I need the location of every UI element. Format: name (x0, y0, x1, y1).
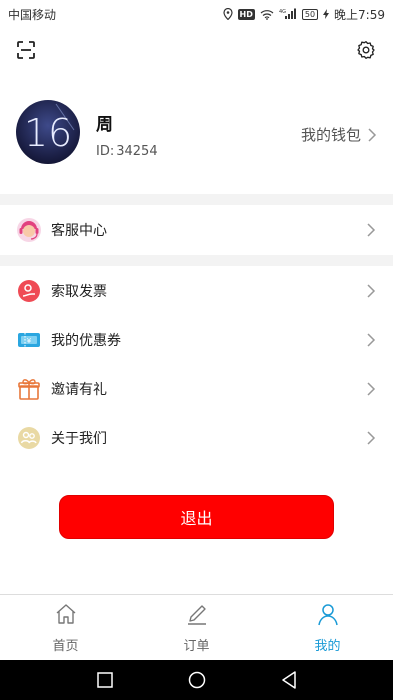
location-icon (222, 8, 233, 20)
carrier-name: 中国移动 (8, 7, 57, 22)
status-bar: 中国移动 HD 4G 50 晚上7:59 (0, 0, 393, 28)
customer-service-icon (16, 217, 42, 243)
wallet-link[interactable]: 我的钱包 (301, 124, 377, 145)
square-icon (96, 672, 113, 688)
tab-label: 我的 (314, 639, 341, 654)
clock: 晚上7:59 (334, 7, 385, 22)
menu-item-coupons[interactable]: ¥ 我的优惠券 (0, 316, 393, 364)
coupon-icon: ¥ (16, 327, 42, 353)
menu-item-label: 客服中心 (51, 223, 107, 239)
system-nav-bar (0, 660, 393, 700)
network-type: 4G (279, 9, 286, 15)
chevron-right-icon (367, 223, 376, 237)
home-icon (53, 601, 79, 627)
settings-button[interactable] (352, 36, 380, 64)
gift-icon (16, 376, 42, 402)
back-button[interactable] (279, 670, 299, 690)
about-us-icon (16, 425, 42, 451)
back-triangle-icon (281, 671, 296, 689)
top-toolbar (0, 28, 393, 72)
circle-icon (188, 671, 205, 689)
avatar-text: 16 (24, 111, 72, 155)
charging-icon (323, 9, 330, 19)
pencil-icon (184, 601, 210, 627)
signal-icon: 4G (279, 8, 297, 20)
tab-home[interactable]: 首页 (0, 595, 131, 660)
chevron-right-icon (367, 284, 376, 298)
home-nav-button[interactable] (187, 670, 207, 690)
tab-mine[interactable]: 我的 (262, 595, 393, 660)
profile-section: 16 周 ID: 34254 我的钱包 (0, 72, 393, 192)
gear-icon (357, 41, 375, 59)
section-divider (0, 194, 393, 205)
section-divider (0, 255, 393, 266)
menu-item-about-us[interactable]: 关于我们 (0, 414, 393, 462)
menu-item-invite[interactable]: 邀请有礼 (0, 365, 393, 413)
menu-item-invoice[interactable]: 索取发票 (0, 267, 393, 315)
recent-apps-button[interactable] (95, 670, 115, 690)
bottom-tab-bar: 首页 订单 我的 (0, 594, 393, 660)
chevron-right-icon (367, 333, 376, 347)
logout-button[interactable]: 退出 (59, 495, 334, 539)
chevron-right-icon (367, 431, 376, 445)
tab-label: 首页 (52, 639, 79, 654)
menu-item-label: 我的优惠券 (51, 333, 121, 349)
user-id-label: ID: (96, 144, 115, 159)
chevron-right-icon (368, 127, 377, 142)
battery-indicator: 50 (301, 8, 319, 20)
tab-label: 订单 (183, 639, 210, 654)
hd-badge: HD (237, 8, 255, 20)
menu-item-label: 索取发票 (51, 284, 107, 300)
chevron-right-icon (367, 382, 376, 396)
person-icon (315, 601, 341, 627)
avatar[interactable]: 16 (16, 100, 80, 164)
user-id: ID: 34254 (96, 144, 158, 159)
user-id-value: 34254 (116, 144, 158, 159)
scan-button[interactable] (12, 36, 40, 64)
menu-item-label: 关于我们 (51, 431, 107, 447)
menu-item-customer-service[interactable]: 客服中心 (0, 206, 393, 254)
menu-item-label: 邀请有礼 (51, 382, 107, 398)
user-name: 周 (96, 115, 113, 135)
invoice-icon (16, 278, 42, 304)
scan-icon (17, 41, 35, 59)
status-indicators: HD 4G 50 晚上7:59 (222, 6, 385, 23)
tab-orders[interactable]: 订单 (131, 595, 262, 660)
svg-text:¥: ¥ (27, 337, 32, 345)
wallet-label: 我的钱包 (300, 126, 361, 144)
wifi-icon (260, 9, 274, 20)
